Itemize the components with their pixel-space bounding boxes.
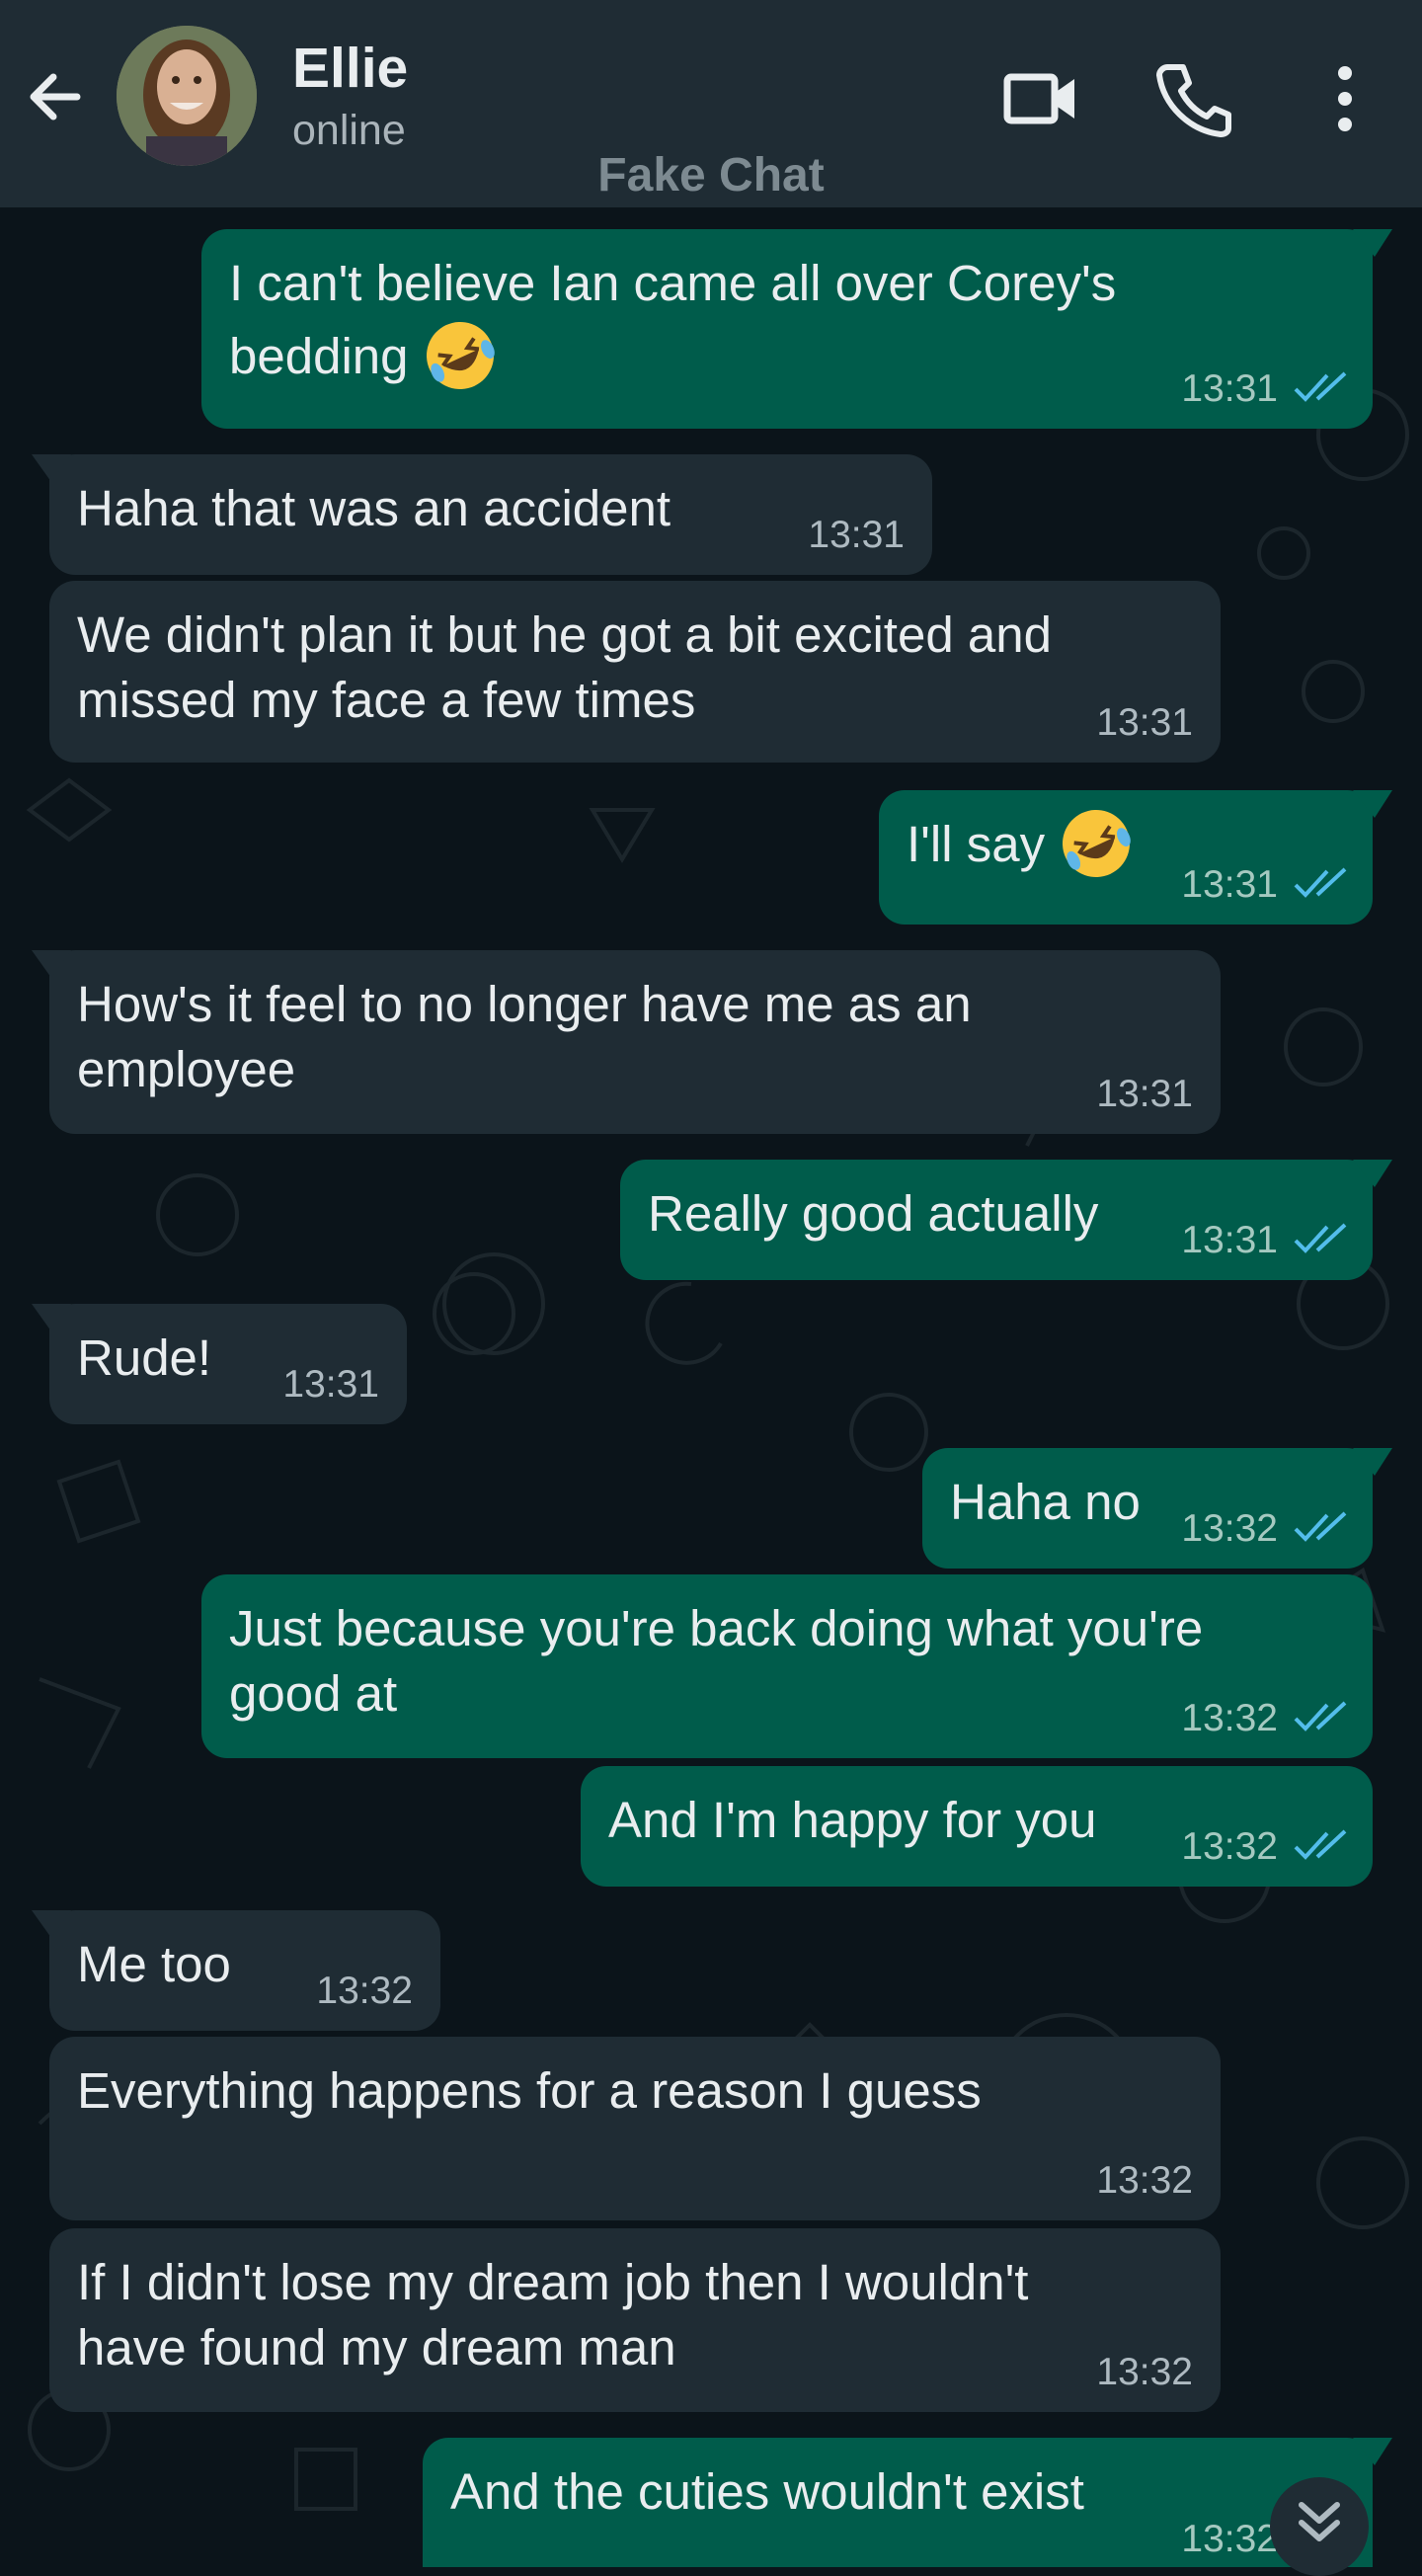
message-bubble-incoming[interactable]: We didn't plan it but he got a bit excit… xyxy=(49,581,1221,763)
message-text: Haha that was an accident xyxy=(77,480,672,536)
read-receipt-icon xyxy=(1294,1829,1347,1860)
message-time: 13:31 xyxy=(1181,367,1278,410)
scroll-to-bottom-button[interactable] xyxy=(1270,2477,1369,2576)
message-bubble-outgoing[interactable]: Just because you're back doing what you'… xyxy=(201,1574,1373,1758)
rolling-on-floor-laughing-emoji xyxy=(1063,809,1132,877)
message-text: Just because you're back doing what you'… xyxy=(229,1600,1204,1722)
message-bubble-incoming[interactable]: Everything happens for a reason I guess … xyxy=(49,2037,1221,2220)
message-text: How's it feel to no longer have me as an… xyxy=(77,976,972,1097)
video-call-icon[interactable] xyxy=(999,57,1082,140)
message-bubble-outgoing[interactable]: Really good actually 13:31 xyxy=(620,1160,1392,1280)
message-time: 13:31 xyxy=(1096,1073,1193,1115)
message-time: 13:31 xyxy=(1096,701,1193,744)
message-time: 13:32 xyxy=(1096,2159,1193,2202)
message-time: 13:31 xyxy=(282,1363,379,1406)
message-bubble-outgoing[interactable]: And I'm happy for you 13:32 xyxy=(581,1766,1373,1887)
phone-icon[interactable] xyxy=(1151,57,1234,140)
message-time: 13:32 xyxy=(1181,1697,1278,1739)
message-time: 13:32 xyxy=(1181,1507,1278,1550)
more-options-icon[interactable] xyxy=(1304,57,1386,140)
back-arrow-icon[interactable] xyxy=(22,61,93,132)
message-time: 13:32 xyxy=(316,1970,413,2012)
message-bubble-incoming[interactable]: Rude! 13:31 xyxy=(32,1304,407,1424)
read-receipt-icon xyxy=(1294,1701,1347,1731)
avatar[interactable] xyxy=(117,26,257,166)
double-chevron-down-icon xyxy=(1299,2502,1340,2541)
chat-header: Ellie online Fake Chat xyxy=(0,0,1422,207)
message-bubble-outgoing[interactable]: Haha no 13:32 xyxy=(922,1448,1392,1569)
message-time: 13:31 xyxy=(808,514,905,556)
message-bubble-incoming[interactable]: How's it feel to no longer have me as an… xyxy=(32,950,1221,1134)
message-bubble-outgoing[interactable]: I'll say 13:31 xyxy=(879,790,1392,925)
message-bubble-outgoing[interactable]: And the cuties wouldn't exist 13:32 xyxy=(423,2438,1392,2567)
message-text: We didn't plan it but he got a bit excit… xyxy=(77,606,1052,728)
message-time: 13:31 xyxy=(1181,863,1278,906)
watermark-text: Fake Chat xyxy=(597,149,825,201)
message-text: And the cuties wouldn't exist xyxy=(450,2463,1084,2520)
message-text: Everything happens for a reason I guess xyxy=(77,2062,982,2119)
read-receipt-icon xyxy=(1294,867,1347,898)
message-text: Haha no xyxy=(950,1474,1141,1530)
read-receipt-icon xyxy=(1294,371,1347,402)
message-bubble-incoming[interactable]: Me too 13:32 xyxy=(32,1910,440,2031)
message-time: 13:32 xyxy=(1181,1825,1278,1868)
message-bubble-incoming[interactable]: Haha that was an accident 13:31 xyxy=(32,454,932,575)
message-time: 13:32 xyxy=(1096,2351,1193,2393)
contact-name[interactable]: Ellie xyxy=(292,36,408,101)
message-bubble-outgoing[interactable]: I can't believe Ian came all over Corey'… xyxy=(201,229,1392,429)
read-receipt-icon xyxy=(1294,1223,1347,1253)
message-time: 13:31 xyxy=(1181,1219,1278,1261)
message-text: I can't believe Ian came all over Corey'… xyxy=(229,251,1345,393)
message-bubble-incoming[interactable]: If I didn't lose my dream job then I wou… xyxy=(49,2228,1221,2412)
message-text: I'll say xyxy=(907,809,1345,881)
read-receipt-icon xyxy=(1294,1511,1347,1542)
message-time: 13:32 xyxy=(1181,2518,1278,2560)
message-text: If I didn't lose my dream job then I wou… xyxy=(77,2254,1029,2375)
rolling-on-floor-laughing-emoji xyxy=(426,321,495,389)
